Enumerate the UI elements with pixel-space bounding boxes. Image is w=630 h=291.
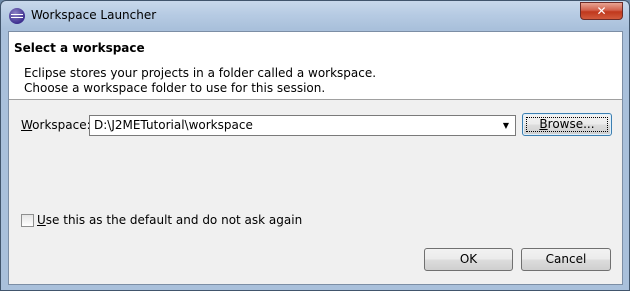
dropdown-arrow-icon[interactable]: ▼ xyxy=(500,119,512,133)
close-icon: ✕ xyxy=(596,4,607,18)
header-description: Eclipse stores your projects in a folder… xyxy=(24,66,376,96)
window-title: Workspace Launcher xyxy=(31,8,157,22)
workspace-label-mnemonic: W xyxy=(21,118,33,132)
cancel-button[interactable]: Cancel xyxy=(521,248,611,271)
workspace-label-text: orkspace: xyxy=(32,118,91,132)
description-line-2: Choose a workspace folder to use for thi… xyxy=(24,81,326,95)
title-bar[interactable]: Workspace Launcher ✕ xyxy=(1,1,629,31)
description-line-1: Eclipse stores your projects in a folder… xyxy=(24,66,377,80)
dialog-body: Select a workspace Eclipse stores your p… xyxy=(8,31,623,285)
default-workspace-checkbox[interactable] xyxy=(21,214,34,227)
eclipse-logo-icon xyxy=(9,8,25,24)
workspace-launcher-window: Workspace Launcher ✕ Select a workspace … xyxy=(0,0,630,291)
default-workspace-label[interactable]: Use this as the default and do not ask a… xyxy=(37,213,302,227)
default-label-mnemonic: U xyxy=(37,213,46,227)
workspace-path-value[interactable]: D:\J2METutorial\workspace xyxy=(94,118,253,132)
browse-button[interactable]: Browse... xyxy=(522,113,612,136)
workspace-combo[interactable]: D:\J2METutorial\workspace ▼ xyxy=(89,115,516,136)
header-title: Select a workspace xyxy=(14,41,145,55)
workspace-label: Workspace: xyxy=(21,118,91,132)
default-label-text: se this as the default and do not ask ag… xyxy=(45,213,303,227)
close-button[interactable]: ✕ xyxy=(580,2,623,20)
dialog-header: Select a workspace Eclipse stores your p… xyxy=(9,32,622,100)
focus-ring xyxy=(526,117,608,132)
ok-button[interactable]: OK xyxy=(424,248,513,271)
